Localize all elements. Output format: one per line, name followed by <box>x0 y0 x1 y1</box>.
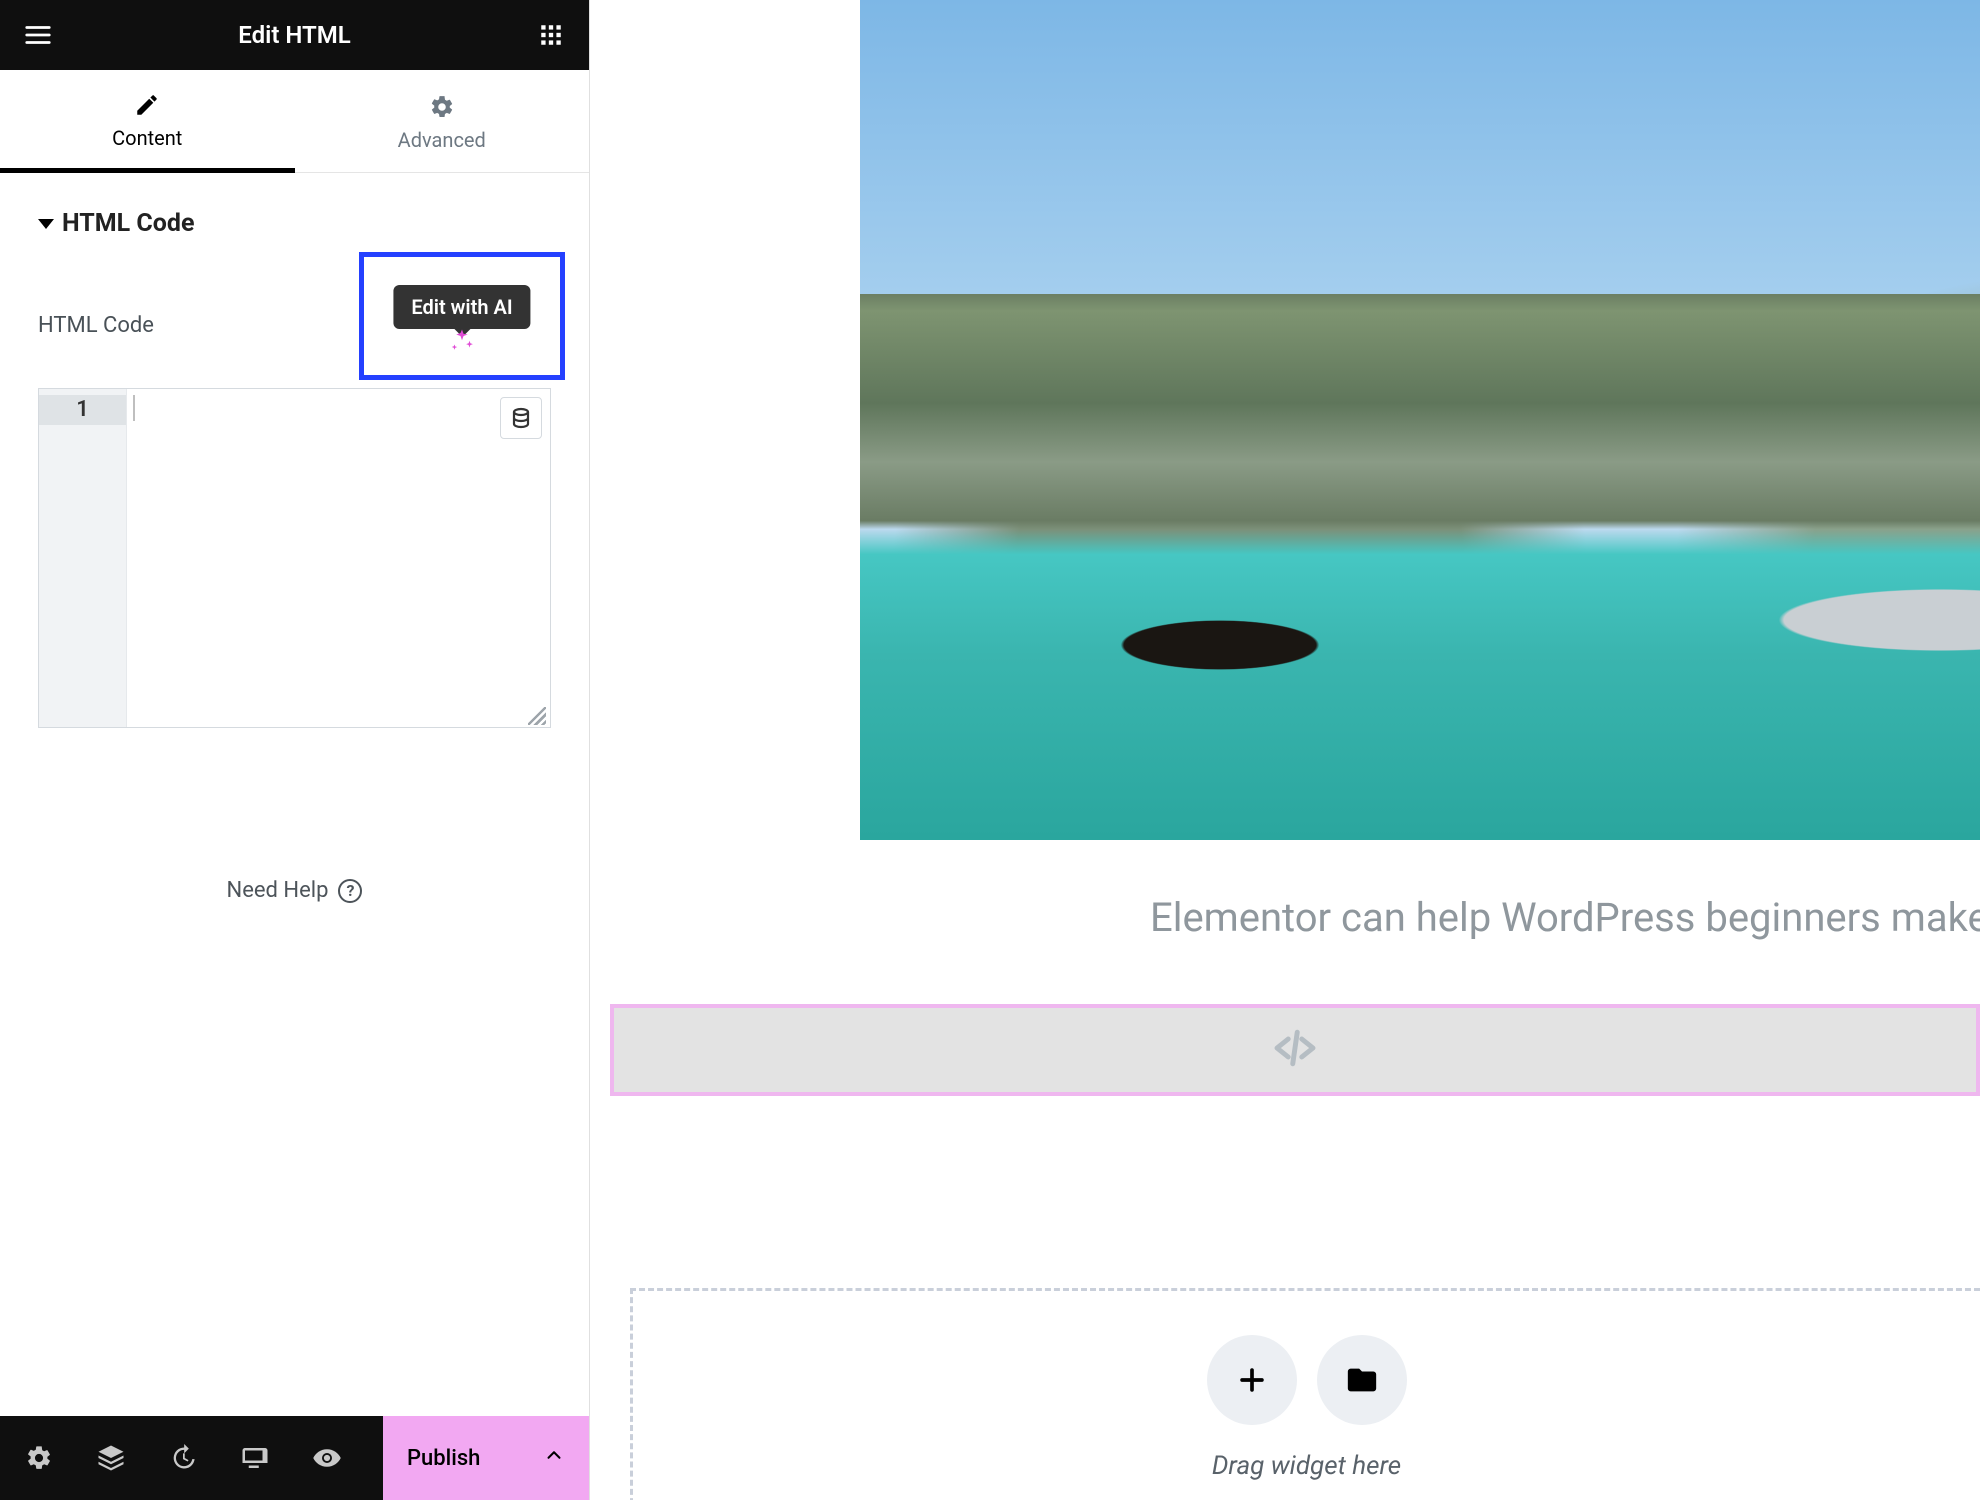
publish-button[interactable]: Publish <box>383 1416 589 1500</box>
editor-resize-handle[interactable] <box>528 707 546 725</box>
panel-tabs: Content Advanced <box>0 70 589 173</box>
widgets-grid-icon[interactable] <box>535 19 567 51</box>
pencil-icon <box>134 92 160 118</box>
sparkle-ai-icon[interactable] <box>447 327 477 361</box>
add-template-button[interactable] <box>1317 1335 1407 1425</box>
html-code-editor[interactable]: 1 <box>38 388 551 728</box>
section-header-htmlcode[interactable]: HTML Code <box>0 173 589 252</box>
tab-advanced-label: Advanced <box>398 128 486 152</box>
canvas-preview[interactable]: Elementor can help WordPress beginners m… <box>590 0 1980 1500</box>
menu-icon[interactable] <box>22 19 54 51</box>
editor-gutter: 1 <box>39 389 127 727</box>
editor-panel: Edit HTML Content Advanced <box>0 0 590 1500</box>
tab-content[interactable]: Content <box>0 70 295 173</box>
responsive-icon[interactable] <box>238 1441 272 1475</box>
tab-content-label: Content <box>112 126 182 150</box>
html-widget-placeholder[interactable] <box>610 1004 1980 1096</box>
tab-advanced[interactable]: Advanced <box>295 70 590 172</box>
panel-title: Edit HTML <box>238 21 350 49</box>
drop-zone-subtext: Drag widget here <box>633 1451 1980 1481</box>
add-widget-button[interactable] <box>1207 1335 1297 1425</box>
dynamic-tags-button[interactable] <box>500 397 542 439</box>
drop-zone[interactable]: Drag widget here <box>630 1288 1980 1500</box>
help-icon: ? <box>338 879 362 903</box>
panel-header: Edit HTML <box>0 0 589 70</box>
caret-down-icon <box>38 219 54 229</box>
history-icon[interactable] <box>166 1441 200 1475</box>
chevron-up-icon[interactable] <box>543 1444 565 1472</box>
navigator-icon[interactable] <box>94 1441 128 1475</box>
edit-with-ai-highlight: Edit with AI <box>359 252 565 380</box>
publish-label: Publish <box>407 1446 480 1471</box>
code-icon <box>1268 1021 1322 1079</box>
preview-icon[interactable] <box>310 1441 344 1475</box>
panel-bottom-bar: Publish <box>0 1416 589 1500</box>
section-title: HTML Code <box>62 209 194 238</box>
need-help-label: Need Help <box>227 878 329 903</box>
field-label-htmlcode: HTML Code <box>38 313 154 338</box>
edit-with-ai-tooltip: Edit with AI <box>393 285 530 329</box>
gear-icon <box>429 94 455 120</box>
editor-textarea[interactable] <box>127 389 550 727</box>
caption-text: Elementor can help WordPress beginners m… <box>1150 894 1980 941</box>
hero-image <box>860 0 1980 840</box>
need-help-link[interactable]: Need Help ? <box>0 728 589 903</box>
settings-icon[interactable] <box>22 1441 56 1475</box>
editor-cursor <box>133 395 135 421</box>
editor-line-number: 1 <box>39 395 126 425</box>
